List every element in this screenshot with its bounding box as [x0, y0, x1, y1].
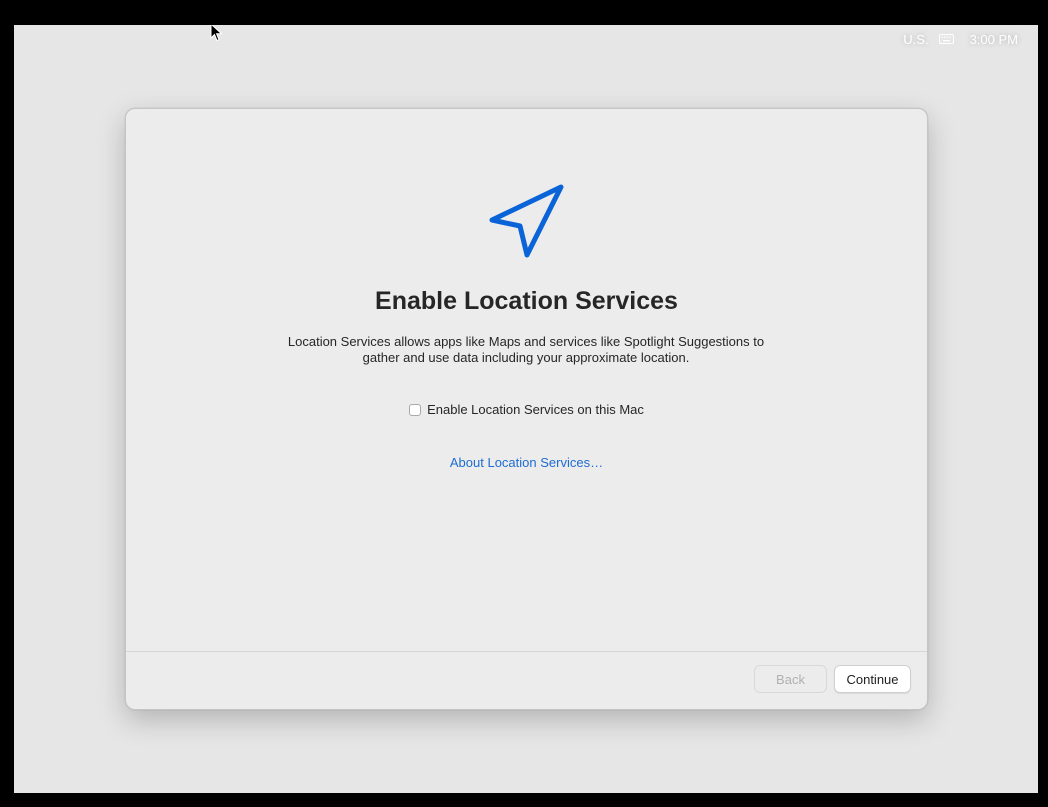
page-description: Location Services allows apps like Maps …	[287, 334, 765, 365]
menubar-status-area: U.S. 3:00 PM	[903, 31, 1018, 47]
desktop: U.S. 3:00 PM Enable Location Services Lo…	[14, 25, 1038, 793]
input-source-label[interactable]: U.S.	[903, 32, 928, 47]
location-arrow-icon	[486, 181, 568, 263]
mouse-pointer-icon	[210, 25, 224, 43]
continue-button[interactable]: Continue	[834, 665, 911, 693]
menubar-clock[interactable]: 3:00 PM	[970, 32, 1018, 47]
page-title: Enable Location Services	[375, 287, 678, 315]
enable-location-checkbox-row[interactable]: Enable Location Services on this Mac	[126, 402, 927, 417]
back-button[interactable]: Back	[754, 665, 827, 693]
enable-location-checkbox[interactable]	[409, 403, 422, 416]
about-location-services-link[interactable]: About Location Services…	[126, 455, 927, 470]
window-footer: Back Continue	[126, 651, 927, 709]
enable-location-checkbox-label[interactable]: Enable Location Services on this Mac	[427, 402, 644, 417]
keyboard-icon[interactable]	[938, 34, 954, 44]
setup-assistant-window: Enable Location Services Location Servic…	[125, 108, 928, 710]
